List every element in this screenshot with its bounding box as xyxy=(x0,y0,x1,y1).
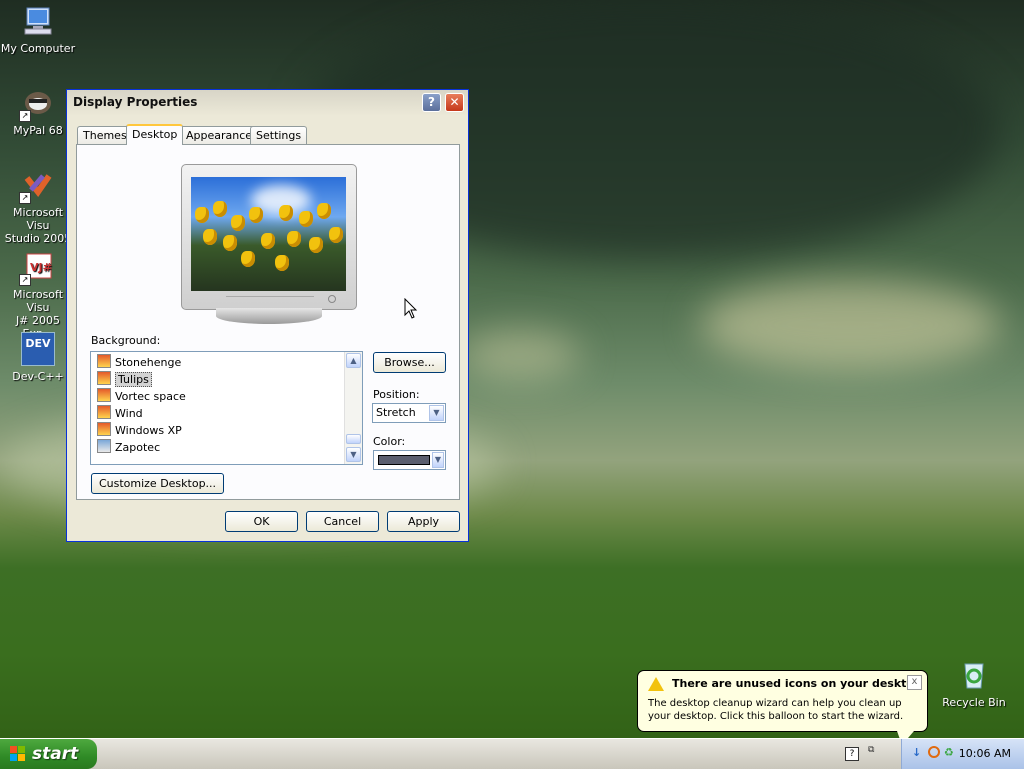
monitor-stand xyxy=(216,308,322,324)
desktop-icon-label: MyPal 68 xyxy=(13,124,63,137)
restore-tray-icon[interactable]: ⧉ xyxy=(868,745,878,759)
shortcut-arrow-icon: ↗ xyxy=(19,110,31,122)
tab-settings[interactable]: Settings xyxy=(250,126,308,144)
windows-logo-icon xyxy=(10,746,25,761)
balloon-title: There are unused icons on your desktop xyxy=(672,677,922,690)
close-icon: ✕ xyxy=(449,95,460,109)
desktop-icon-dev-cpp[interactable]: DEV Dev-C++ xyxy=(0,332,76,383)
desktop-icon-label: Dev-C++ xyxy=(12,370,64,383)
desktop-icon-label: Microsoft Visu xyxy=(12,206,64,232)
scroll-thumb[interactable] xyxy=(346,434,361,444)
monitor-preview xyxy=(181,164,357,324)
start-label: start xyxy=(32,744,79,764)
list-item[interactable]: Zapotec xyxy=(97,439,160,455)
tab-themes[interactable]: Themes xyxy=(77,126,133,144)
list-item-label: Wind xyxy=(115,407,143,420)
dev-cpp-badge: DEV xyxy=(25,337,51,350)
browse-button[interactable]: Browse... xyxy=(373,352,446,373)
balloon-close-icon[interactable]: x xyxy=(907,675,922,690)
desktop-icon-label: Microsoft Visu xyxy=(12,288,64,314)
clock: 10:06 AM xyxy=(958,747,1011,760)
list-item-label: Stonehenge xyxy=(115,356,182,369)
visual-studio-icon: ↗ xyxy=(19,168,55,204)
shortcut-arrow-icon: ↗ xyxy=(19,192,31,204)
position-label: Position: xyxy=(373,388,420,401)
cancel-button[interactable]: Cancel xyxy=(306,511,379,532)
apply-button[interactable]: Apply xyxy=(387,511,460,532)
desktop-icon-label: Recycle Bin xyxy=(942,696,1006,709)
wallpaper-file-icon xyxy=(97,388,111,402)
desktop-icon-label: My Computer xyxy=(0,42,76,55)
desktop-icon-mypal[interactable]: ↗ MyPal 68 xyxy=(0,86,76,137)
wallpaper-file-icon xyxy=(97,354,111,368)
shortcut-arrow-icon: ↗ xyxy=(19,274,31,286)
wallpaper-file-icon xyxy=(97,422,111,436)
mouse-pointer-icon xyxy=(404,298,418,319)
recycle-tray-icon[interactable]: ♻ xyxy=(944,746,956,760)
chevron-down-icon: ▼ xyxy=(432,452,444,468)
system-tray: ↓ ♻ 10:06 AM xyxy=(901,739,1024,769)
color-swatch xyxy=(378,455,430,465)
scroll-down-icon[interactable]: ▼ xyxy=(346,447,361,462)
wallpaper-file-icon xyxy=(97,405,111,419)
dev-cpp-icon: DEV xyxy=(21,332,55,366)
desktop-icon-my-computer[interactable]: My Computer xyxy=(0,4,76,55)
color-label: Color: xyxy=(373,435,406,448)
sky-light xyxy=(460,330,580,380)
list-item-label: Vortec space xyxy=(115,390,186,403)
visual-jsharp-icon: VJ# ↗ xyxy=(19,250,55,286)
balloon-body: The desktop cleanup wizard can help you … xyxy=(648,698,904,722)
recycle-bin-icon xyxy=(957,658,991,692)
position-value: Stretch xyxy=(376,406,416,419)
background-listbox[interactable]: Stonehenge Tulips Vortec space Wind Wind… xyxy=(90,351,363,465)
desktop-icon-visual-studio[interactable]: ↗ Microsoft Visu Studio 2005 xyxy=(0,168,76,245)
tab-desktop[interactable]: Desktop xyxy=(126,124,184,145)
desktop-icon-recycle-bin[interactable]: Recycle Bin xyxy=(936,658,1012,709)
desktop-tab-panel: Background: Stonehenge Tulips Vortec spa… xyxy=(76,144,460,500)
window-title: Display Properties xyxy=(73,95,198,109)
help-icon: ? xyxy=(428,95,435,109)
chevron-down-icon: ▼ xyxy=(429,405,444,421)
taskbar: start ? ⧉ ↓ ♻ 10:06 AM xyxy=(0,738,1024,769)
help-button[interactable]: ? xyxy=(422,93,441,112)
svg-text:VJ#: VJ# xyxy=(30,261,52,274)
start-button[interactable]: start xyxy=(0,739,97,769)
list-item-label: Windows XP xyxy=(115,424,182,437)
warning-icon xyxy=(648,677,664,691)
title-bar[interactable]: Display Properties ? ✕ xyxy=(67,90,468,116)
scroll-up-icon[interactable]: ▲ xyxy=(346,353,361,368)
listbox-scrollbar[interactable]: ▲ ▼ xyxy=(344,352,362,464)
computer-icon xyxy=(21,4,55,38)
color-picker[interactable]: ▼ xyxy=(373,450,446,470)
sky-light xyxy=(700,280,1000,370)
search-icon[interactable] xyxy=(928,746,940,758)
help-tray-icon[interactable]: ? xyxy=(845,747,859,761)
wallpaper-file-icon xyxy=(97,371,111,385)
tab-appearance[interactable]: Appearance xyxy=(180,126,259,144)
wallpaper-file-icon xyxy=(97,439,111,453)
network-icon[interactable]: ↓ xyxy=(912,746,924,760)
list-item[interactable]: Wind xyxy=(97,405,143,421)
desktop-icon-visual-jsharp[interactable]: VJ# ↗ Microsoft Visu J# 2005 Exp... xyxy=(0,250,76,340)
list-item-label: Tulips xyxy=(115,372,152,387)
list-item[interactable]: Windows XP xyxy=(97,422,182,438)
list-item[interactable]: Vortec space xyxy=(97,388,186,404)
wallpaper-preview xyxy=(191,177,346,291)
close-button[interactable]: ✕ xyxy=(445,93,464,112)
customize-desktop-button[interactable]: Customize Desktop... xyxy=(91,473,224,494)
background-label: Background: xyxy=(91,334,161,347)
mypal-icon: ↗ xyxy=(19,86,55,122)
notification-balloon[interactable]: There are unused icons on your desktop x… xyxy=(637,670,928,732)
list-item-selected[interactable]: Tulips xyxy=(97,371,152,387)
list-item[interactable]: Stonehenge xyxy=(97,354,181,370)
position-select[interactable]: Stretch ▼ xyxy=(372,403,446,423)
list-item-label: Zapotec xyxy=(115,441,161,454)
ok-button[interactable]: OK xyxy=(225,511,298,532)
desktop-icon-label: Studio 2005 xyxy=(4,232,72,245)
